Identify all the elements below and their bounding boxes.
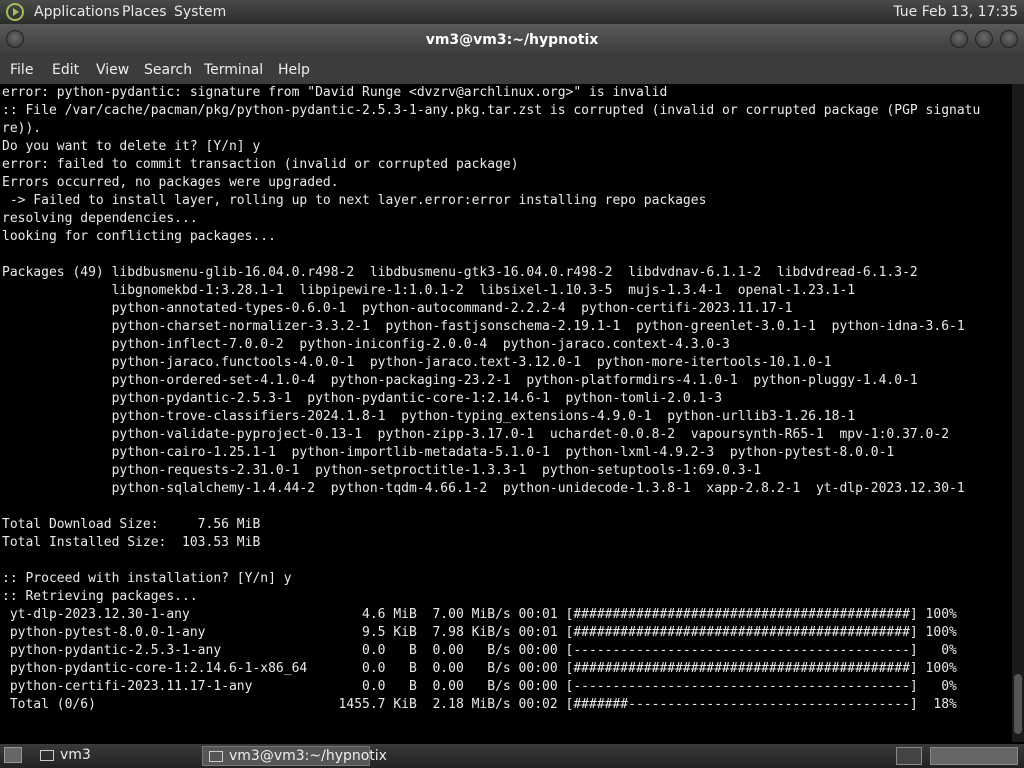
terminal-scrollbar[interactable] <box>1012 84 1024 742</box>
terminal-line: error: python-pydantic: signature from "… <box>2 85 668 100</box>
terminal-launcher-icon[interactable] <box>896 747 922 765</box>
terminal-line: python-jaraco.functools-4.0.0-1 python-j… <box>2 355 832 370</box>
terminal-line: python-inflect-7.0.0-2 python-iniconfig-… <box>2 337 730 352</box>
terminal-line: :: File /var/cache/pacman/pkg/python-pyd… <box>2 103 981 118</box>
terminal-line: python-pydantic-2.5.3-1 python-pydantic-… <box>2 391 723 406</box>
show-desktop-icon[interactable] <box>4 747 22 763</box>
top-panel: Applications Places System Tue Feb 13, 1… <box>0 0 1024 24</box>
window-titlebar[interactable]: vm3@vm3:~/hypnotix <box>0 24 1024 56</box>
terminal-line: python-requests-2.31.0-1 python-setproct… <box>2 463 762 478</box>
terminal-line: python-trove-classifiers-2024.1.8-1 pyth… <box>2 409 856 424</box>
terminal-line: Total (0/6) 1455.7 KiB 2.18 MiB/s 00:02 … <box>2 697 957 712</box>
minimize-icon[interactable] <box>950 30 968 48</box>
terminal-line: resolving dependencies... <box>2 211 198 226</box>
terminal-line: Total Installed Size: 103.53 MiB <box>2 535 261 550</box>
terminal-line: Do you want to delete it? [Y/n] y <box>2 139 261 154</box>
terminal-line: yt-dlp-2023.12.30-1-any 4.6 MiB 7.00 MiB… <box>2 607 957 622</box>
terminal-line: Errors occurred, no packages were upgrad… <box>2 175 339 190</box>
distro-logo-icon[interactable] <box>6 3 24 21</box>
taskbar-item-terminal[interactable]: vm3@vm3:~/hypnotix <box>202 746 387 766</box>
taskbar-item-vm3[interactable]: vm3 <box>34 746 194 766</box>
menu-search[interactable]: Search <box>144 62 192 78</box>
terminal-line: :: Proceed with installation? [Y/n] y <box>2 571 292 586</box>
terminal-line: python-sqlalchemy-1.4.44-2 python-tqdm-4… <box>2 481 965 496</box>
folder-icon <box>40 750 54 761</box>
terminal-line: python-charset-normalizer-3.3.2-1 python… <box>2 319 965 334</box>
terminal-line: python-cairo-1.25.1-1 python-importlib-m… <box>2 445 895 460</box>
taskbar-item-label: vm3 <box>60 747 91 763</box>
bottom-panel: vm3 vm3@vm3:~/hypnotix <box>0 744 1024 768</box>
terminal-line: Packages (49) libdbusmenu-glib-16.04.0.r… <box>2 265 918 280</box>
menu-file[interactable]: File <box>10 62 33 78</box>
terminal-line: libgnomekbd-1:3.28.1-1 libpipewire-1:1.0… <box>2 283 856 298</box>
terminal-line: looking for conflicting packages... <box>2 229 276 244</box>
workspace-switcher[interactable] <box>930 747 1018 765</box>
system-menu[interactable]: System <box>174 4 226 20</box>
terminal-line: error: failed to commit transaction (inv… <box>2 157 519 172</box>
terminal-line: python-annotated-types-0.6.0-1 python-au… <box>2 301 793 316</box>
maximize-icon[interactable] <box>975 30 993 48</box>
scrollbar-thumb[interactable] <box>1014 674 1022 734</box>
menu-terminal[interactable]: Terminal <box>204 62 263 78</box>
window-title: vm3@vm3:~/hypnotix <box>425 32 599 48</box>
panel-clock[interactable]: Tue Feb 13, 17:35 <box>893 4 1018 20</box>
terminal-line: re)). <box>2 121 42 136</box>
applications-menu[interactable]: Applications <box>34 4 120 20</box>
places-menu[interactable]: Places <box>122 4 167 20</box>
close-icon[interactable] <box>1000 30 1018 48</box>
menubar: File Edit View Search Terminal Help <box>0 56 1024 84</box>
terminal-icon <box>209 751 223 762</box>
terminal-line: python-validate-pyproject-0.13-1 python-… <box>2 427 950 442</box>
terminal-line: python-ordered-set-4.1.0-4 python-packag… <box>2 373 918 388</box>
menu-help[interactable]: Help <box>278 62 310 78</box>
terminal-line: Total Download Size: 7.56 MiB <box>2 517 261 532</box>
terminal-line: :: Retrieving packages... <box>2 589 198 604</box>
terminal-output[interactable]: error: python-pydantic: signature from "… <box>0 84 1012 742</box>
terminal-line: -> Failed to install layer, rolling up t… <box>2 193 707 208</box>
terminal-line: python-pytest-8.0.0-1-any 9.5 KiB 7.98 K… <box>2 625 957 640</box>
taskbar-item-label: vm3@vm3:~/hypnotix <box>229 748 387 764</box>
menu-view[interactable]: View <box>96 62 129 78</box>
menu-edit[interactable]: Edit <box>52 62 79 78</box>
terminal-line: python-pydantic-2.5.3-1-any 0.0 B 0.00 B… <box>2 643 957 658</box>
terminal-line: python-pydantic-core-1:2.14.6-1-x86_64 0… <box>2 661 957 676</box>
terminal-line: python-certifi-2023.11.17-1-any 0.0 B 0.… <box>2 679 957 694</box>
